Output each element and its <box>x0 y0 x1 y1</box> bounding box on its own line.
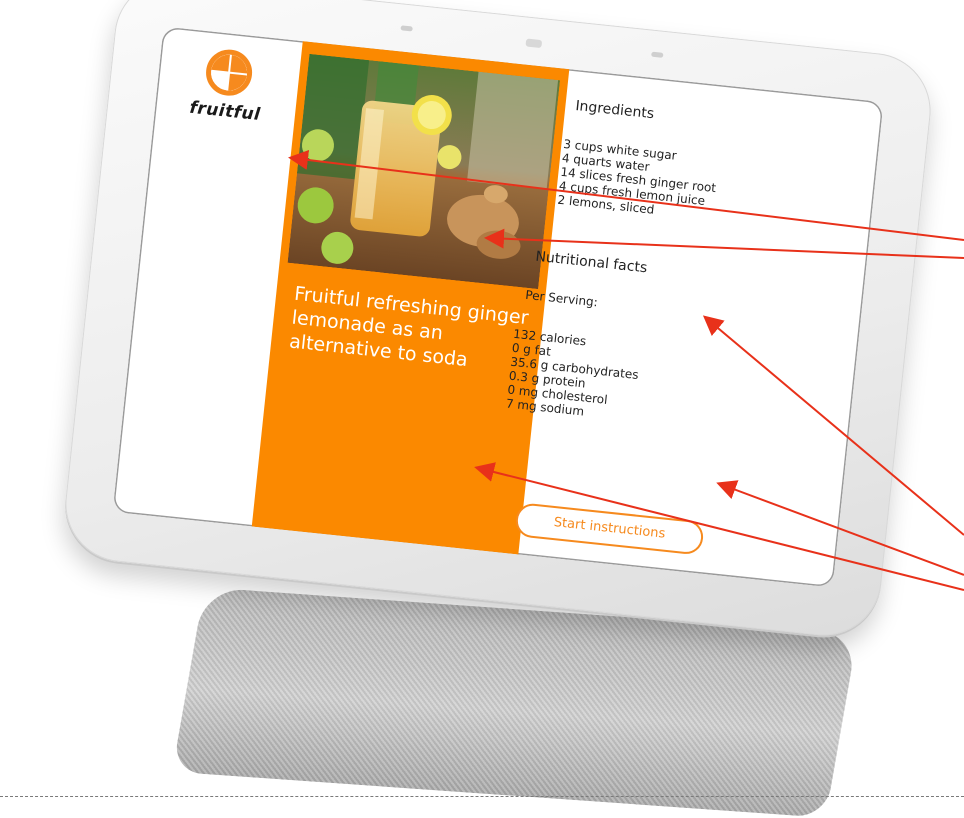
display-screen: fruitful Fruitful refreshing ginger lemo… <box>112 26 884 588</box>
ingredients-heading: Ingredients <box>574 98 655 123</box>
start-instructions-button[interactable]: Start instructions <box>514 502 705 556</box>
brand-logo: fruitful <box>182 45 273 125</box>
recipe-details: Ingredients 3 cups white sugar 4 quarts … <box>505 70 877 587</box>
nutrition-heading: Nutritional facts <box>534 248 648 277</box>
recipe-title: Fruitful refreshing ginger lemonade as a… <box>288 282 530 372</box>
recipe-panel: Fruitful refreshing ginger lemonade as a… <box>251 41 570 555</box>
brand-name: fruitful <box>188 97 262 126</box>
orange-slice-icon <box>203 47 255 98</box>
camera-icon <box>525 38 543 49</box>
ingredients-list: 3 cups white sugar 4 quarts water 14 sli… <box>557 137 720 223</box>
baseline-divider <box>0 796 964 797</box>
smart-display: fruitful Fruitful refreshing ginger lemo… <box>59 0 937 642</box>
ginger-lemonade-photo <box>287 53 561 290</box>
nutrition-list: 132 calories 0 g fat 35.6 g carbohydrate… <box>505 327 642 424</box>
